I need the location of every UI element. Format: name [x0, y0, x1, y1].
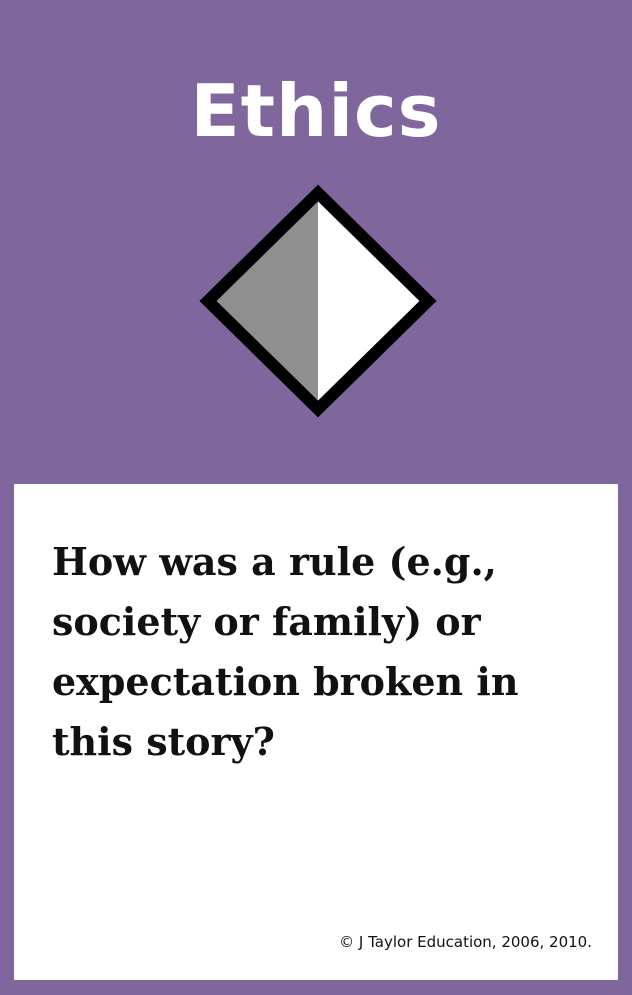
copyright-notice: © J Taylor Education, 2006, 2010.	[339, 933, 592, 951]
diamond-right-half	[318, 193, 428, 409]
diamond-icon	[199, 184, 437, 418]
diamond-left-half	[208, 193, 318, 409]
question-text: How was a rule (e.g., society or family)…	[52, 539, 519, 764]
card-title: Ethics	[190, 69, 442, 153]
question-panel: How was a rule (e.g., society or family)…	[14, 484, 618, 980]
ethics-card: Ethics How was a rule (e.g., society or …	[0, 0, 632, 995]
